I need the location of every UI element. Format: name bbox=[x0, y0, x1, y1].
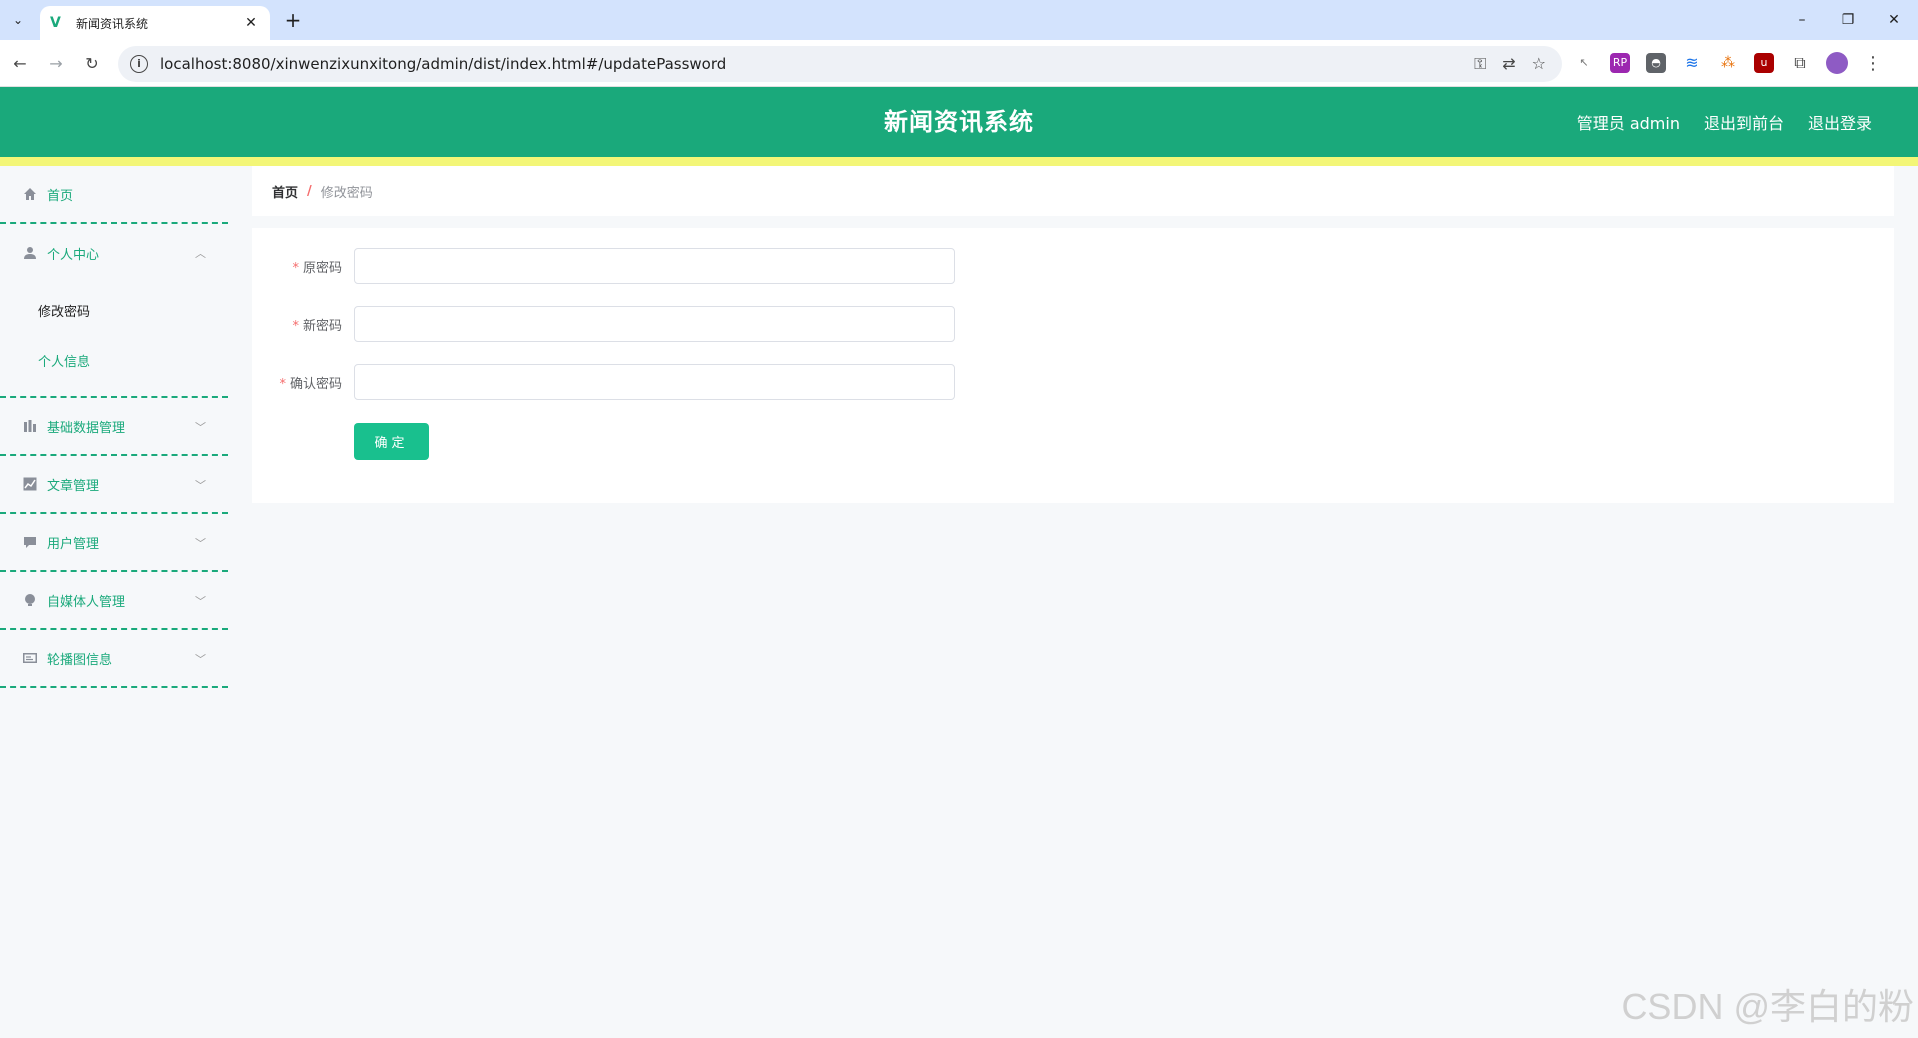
sidebar-item-label: 自媒体人管理 bbox=[47, 594, 126, 610]
window-close-icon[interactable]: ✕ bbox=[1874, 6, 1914, 34]
sidebar-item-user[interactable]: 用户管理 ﹀ bbox=[0, 514, 228, 572]
sidebar-item-self-media[interactable]: 自媒体人管理 ﹀ bbox=[0, 572, 228, 630]
old-password-label: * 原密码 bbox=[292, 260, 342, 276]
chevron-up-icon: ︿ bbox=[195, 247, 206, 260]
tab-title: 新闻资讯系统 bbox=[76, 16, 149, 31]
tab-close-icon[interactable]: ✕ bbox=[242, 15, 260, 31]
confirm-password-label: * 确认密码 bbox=[279, 376, 342, 392]
reload-icon[interactable]: ↻ bbox=[78, 50, 106, 78]
sidebar-subitem-change-password[interactable]: 修改密码 bbox=[0, 288, 228, 338]
old-password-input[interactable] bbox=[354, 248, 955, 284]
chat-bubble-icon bbox=[22, 534, 38, 550]
password-key-icon[interactable]: ⚿ bbox=[1474, 54, 1486, 74]
exit-to-front-link[interactable]: 退出到前台 bbox=[1704, 110, 1784, 134]
extension-layers-icon[interactable]: ≋ bbox=[1682, 53, 1702, 73]
browser-tabstrip: ⌄ V 新闻资讯系统 ✕ + – ❐ ✕ bbox=[0, 0, 1918, 40]
breadcrumb: 首页 / 修改密码 bbox=[252, 166, 1894, 216]
extension-tree-icon[interactable]: ⁂ bbox=[1718, 53, 1738, 73]
browser-tab[interactable]: V 新闻资讯系统 ✕ bbox=[40, 6, 270, 40]
breadcrumb-current: 修改密码 bbox=[320, 185, 373, 201]
url-text[interactable]: localhost:8080/xinwenzixunxitong/admin/d… bbox=[160, 55, 1474, 73]
logout-link[interactable]: 退出登录 bbox=[1808, 110, 1872, 134]
minimize-icon[interactable]: – bbox=[1782, 6, 1822, 34]
id-card-icon bbox=[22, 650, 38, 666]
sidebar-item-label: 轮播图信息 bbox=[47, 652, 113, 668]
new-password-input[interactable] bbox=[354, 306, 955, 342]
address-bar[interactable]: i localhost:8080/xinwenzixunxitong/admin… bbox=[118, 46, 1562, 82]
sidebar-item-base-data[interactable]: 基础数据管理 ﹀ bbox=[0, 398, 228, 456]
breadcrumb-separator: / bbox=[307, 183, 312, 199]
sidebar-item-article[interactable]: 文章管理 ﹀ bbox=[0, 456, 228, 514]
new-tab-button[interactable]: + bbox=[280, 8, 306, 34]
app-header: 新闻资讯系统 管理员 admin 退出到前台 退出登录 bbox=[0, 87, 1918, 157]
old-password-row: * 原密码 bbox=[252, 248, 955, 284]
new-password-row: * 新密码 bbox=[252, 306, 955, 342]
sidebar-item-label: 文章管理 bbox=[47, 478, 100, 494]
vue-favicon-icon: V bbox=[50, 15, 61, 31]
extensions-puzzle-icon[interactable]: ⧉ bbox=[1790, 53, 1810, 73]
extension-ublock-icon[interactable]: u bbox=[1754, 53, 1774, 73]
submit-button[interactable]: 确定 bbox=[354, 423, 429, 460]
sidebar-item-home[interactable]: 首页 bbox=[0, 166, 228, 224]
extension-rp-icon[interactable]: RP bbox=[1610, 53, 1630, 73]
sidebar-subitem-personal-info[interactable]: 个人信息 bbox=[0, 338, 228, 388]
chevron-down-icon: ﹀ bbox=[195, 595, 206, 608]
breadcrumb-home[interactable]: 首页 bbox=[272, 182, 298, 201]
watermark: CSDN @李白的粉 bbox=[1621, 986, 1914, 1027]
sidebar-item-label: 基础数据管理 bbox=[47, 420, 126, 436]
chevron-down-icon: ﹀ bbox=[195, 653, 206, 666]
translate-icon[interactable]: ⇄ bbox=[1502, 54, 1515, 74]
restore-icon[interactable]: ❐ bbox=[1828, 6, 1868, 34]
home-icon bbox=[22, 186, 38, 202]
personal-center-submenu: 修改密码 个人信息 bbox=[0, 282, 228, 398]
sidebar-item-personal-center[interactable]: 个人中心 ︿ bbox=[0, 224, 228, 282]
back-icon[interactable]: ← bbox=[6, 50, 34, 78]
sidebar: 首页 个人中心 ︿ 修改密码 个人信息 基础数据管理 ﹀ 文章管理 ﹀ 用户管理… bbox=[0, 166, 228, 1038]
profile-avatar[interactable] bbox=[1826, 52, 1848, 74]
sidebar-item-label: 个人中心 bbox=[47, 247, 100, 263]
bookmark-star-icon[interactable]: ☆ bbox=[1532, 54, 1546, 74]
user-icon bbox=[22, 245, 38, 261]
chevron-down-icon: ﹀ bbox=[195, 479, 206, 492]
sidebar-item-label: 首页 bbox=[47, 188, 74, 204]
admin-username: 管理员 admin bbox=[1576, 114, 1680, 133]
bar-chart-icon bbox=[22, 418, 38, 434]
forward-icon[interactable]: → bbox=[42, 50, 70, 78]
header-accent-strip bbox=[0, 157, 1918, 166]
lightbulb-icon bbox=[22, 592, 38, 608]
new-password-label: * 新密码 bbox=[292, 318, 342, 334]
extension-cursor-icon[interactable]: ↖ bbox=[1574, 53, 1594, 73]
chevron-down-icon: ﹀ bbox=[195, 537, 206, 550]
extension-incognito-icon[interactable]: ◓ bbox=[1646, 53, 1666, 73]
tab-search-dropdown-icon[interactable]: ⌄ bbox=[6, 8, 30, 32]
browser-menu-icon[interactable]: ⋮ bbox=[1864, 53, 1882, 74]
confirm-password-row: * 确认密码 bbox=[252, 364, 955, 400]
chevron-down-icon: ﹀ bbox=[195, 421, 206, 434]
sidebar-item-carousel[interactable]: 轮播图信息 ﹀ bbox=[0, 630, 228, 688]
browser-toolbar: ← → ↻ i localhost:8080/xinwenzixunxitong… bbox=[0, 40, 1918, 87]
site-info-icon[interactable]: i bbox=[130, 55, 148, 73]
update-password-form: * 原密码 * 新密码 * 确认密码 确定 bbox=[252, 228, 1894, 503]
confirm-password-input[interactable] bbox=[354, 364, 955, 400]
sidebar-item-label: 用户管理 bbox=[47, 536, 100, 552]
line-chart-icon bbox=[22, 476, 38, 492]
